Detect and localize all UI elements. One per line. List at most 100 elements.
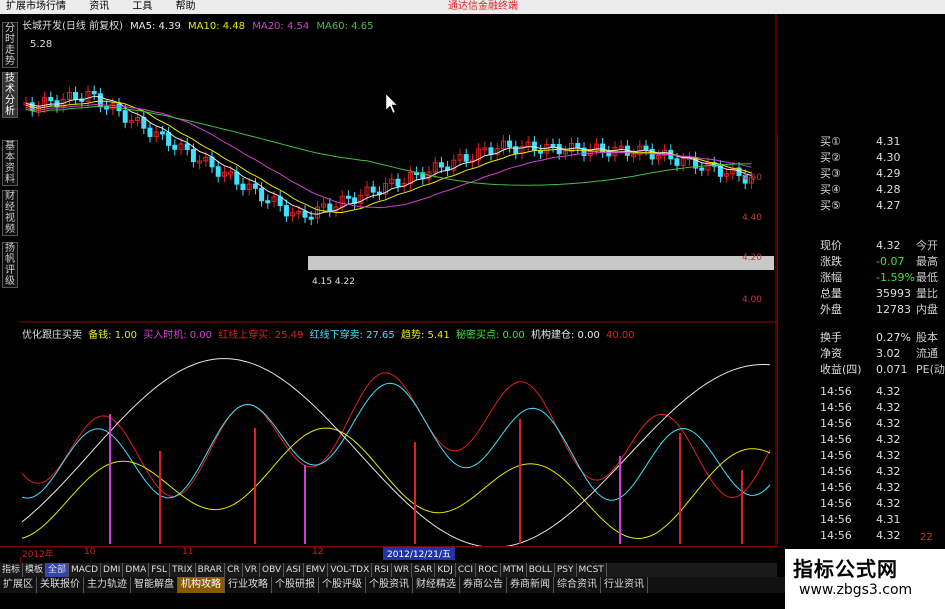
indicator-item: 40.00 [606,330,635,341]
quote-value: 4.30 [876,151,901,164]
tick-time: 14:56 [820,481,852,494]
candle-body [488,147,494,155]
quote-row: 买④ 4.28 [778,182,945,198]
indicator-legend: 优化跟庄买卖 备钱: 1.00 买入时机: 0.00 红线上穿买: 25.49 … [22,326,638,341]
indicator-tab[interactable]: OBV [260,563,285,577]
chart-area[interactable]: 5.28 4.15 4.22 4.604.404.204.00 90.0075.… [0,14,777,546]
indicator-tab[interactable]: MCST [577,563,607,577]
tick-time: 14:56 [820,433,852,446]
quote-row: 换手 0.27% 股本 [778,330,945,346]
indicator-tab[interactable]: SAR [412,563,436,577]
indicator-tab[interactable]: 全部 [46,563,70,577]
indicator-tab[interactable]: BRAR [196,563,226,577]
quote-row: 买③ 4.29 [778,166,945,182]
candle-body [277,196,283,207]
indicator-tab[interactable]: MACD [69,563,102,577]
tick-row: 14:56 4.32 [778,464,945,480]
indicator-tab[interactable]: TRIX [170,563,196,577]
indicator-tab[interactable]: DMI [101,563,124,577]
quote-label: 总量 [820,287,842,300]
menu-item-news[interactable]: 资讯 [89,1,109,12]
tick-price: 4.32 [876,417,901,430]
indicator-item: 红线下穿卖: 27.65 [309,330,395,341]
price-tick-label: 4.40 [742,213,762,223]
bottom-tab[interactable]: 券商公告 [460,577,507,593]
quote-row: 涨幅 -1.59% 最低 [778,270,945,286]
quote-label: 涨幅 [820,271,842,284]
indicator-tab[interactable]: VR [243,563,261,577]
tick-time: 14:56 [820,417,852,430]
indicator-item: 秘密买点: 0.00 [455,330,525,341]
quote-label: 买③ [820,167,841,180]
bottom-tab[interactable]: 主力轨迹 [84,577,131,593]
bottom-tab[interactable]: 机构攻略 [178,577,225,593]
menu-item-help[interactable]: 帮助 [176,1,196,12]
candle-body [147,127,153,137]
high-price-label: 5.28 [30,39,52,50]
indicator-tab[interactable]: 模板 [23,563,47,577]
indicator-tab[interactable]: ROC [476,563,501,577]
quote-panel: 买① 4.31 买② 4.30 买③ 4.29 买④ 4.28 买⑤ 4.27 现价 4.32 今开 涨跌… [777,134,945,544]
tick-price: 4.32 [876,433,901,446]
quote-label: 现价 [820,239,842,252]
quote-row: 涨跌 -0.07 最高 [778,254,945,270]
bottom-tab[interactable]: 行业攻略 [225,577,272,593]
candle-body [240,183,246,190]
quote-label: 净资 [820,347,842,360]
indicator-tab[interactable]: RSI [372,563,392,577]
candle-body [575,143,581,149]
indicator-tab[interactable]: MTM [501,563,527,577]
tick-price: 4.32 [876,385,901,398]
tick-price: 4.32 [876,497,901,510]
indicator-tab[interactable]: CCI [456,563,477,577]
candle-body [463,154,469,162]
candle-body [252,183,258,189]
bottom-tab[interactable]: 综合资讯 [554,577,601,593]
candle-body [395,178,401,187]
bottom-tab[interactable]: 智能解盘 [131,577,178,593]
indicator-tab[interactable]: PSY [555,563,577,577]
candle-body [166,132,172,146]
candle-body [308,216,314,220]
indicator-tab[interactable]: CR [225,563,243,577]
indicator-tab[interactable]: BOLL [527,563,555,577]
candle-body [531,141,537,152]
indicator-tab[interactable]: VOL-TDX [328,563,373,577]
bottom-tab[interactable]: 个股评级 [319,577,366,593]
indicator-tab-bar: 指标 模板 全部 MACD DMI DMA FSL TRIX BRAR CR VR OBV ASI EMV… [0,563,777,577]
bottom-tab[interactable]: 个股研报 [272,577,319,593]
indicator-tab[interactable]: 指标 [0,563,24,577]
ma5-value: MA5: 4.39 [130,21,181,32]
indicator-tab[interactable]: WR [392,563,413,577]
tick-row: 14:56 4.32 [778,480,945,496]
candle-body [172,144,178,150]
bottom-tab[interactable]: 财经精选 [413,577,460,593]
quote-extra: 内盘 [916,303,938,316]
indicator-item: 买入时机: 0.00 [143,330,213,341]
quote-value: 3.02 [876,347,901,360]
bottom-tab[interactable]: 扩展区 [0,577,37,593]
indicator-tab[interactable]: ASI [284,563,304,577]
indicator-tab[interactable]: KDJ [435,563,456,577]
ma20-value: MA20: 4.54 [252,21,310,32]
indicator-tab[interactable]: FSL [149,563,170,577]
bottom-tab[interactable]: 关联报价 [37,577,84,593]
tick-time: 14:56 [820,529,852,542]
bottom-tab[interactable]: 行业资讯 [601,577,648,593]
menu-item-market[interactable]: 扩展市场行情 [6,1,66,12]
candle-body [345,195,351,199]
bottom-tab[interactable]: 个股资讯 [366,577,413,593]
tick-price: 4.32 [876,529,901,542]
bottom-tab[interactable]: 券商新闻 [507,577,554,593]
candle-body [91,91,97,95]
selected-date: 2012/12/21/五 [383,547,455,560]
indicator-tab[interactable]: EMV [304,563,329,577]
quote-label: 外盘 [820,303,842,316]
indicator-tab[interactable]: DMA [123,563,150,577]
quote-extra: 最低 [916,271,938,284]
menu-item-tools[interactable]: 工具 [132,1,152,12]
date-label: 11 [182,547,194,557]
site-watermark: 指标公式网 www.zbgs3.com [785,549,945,609]
tick-time: 14:56 [820,385,852,398]
price-tick-label: 4.20 [742,253,762,263]
